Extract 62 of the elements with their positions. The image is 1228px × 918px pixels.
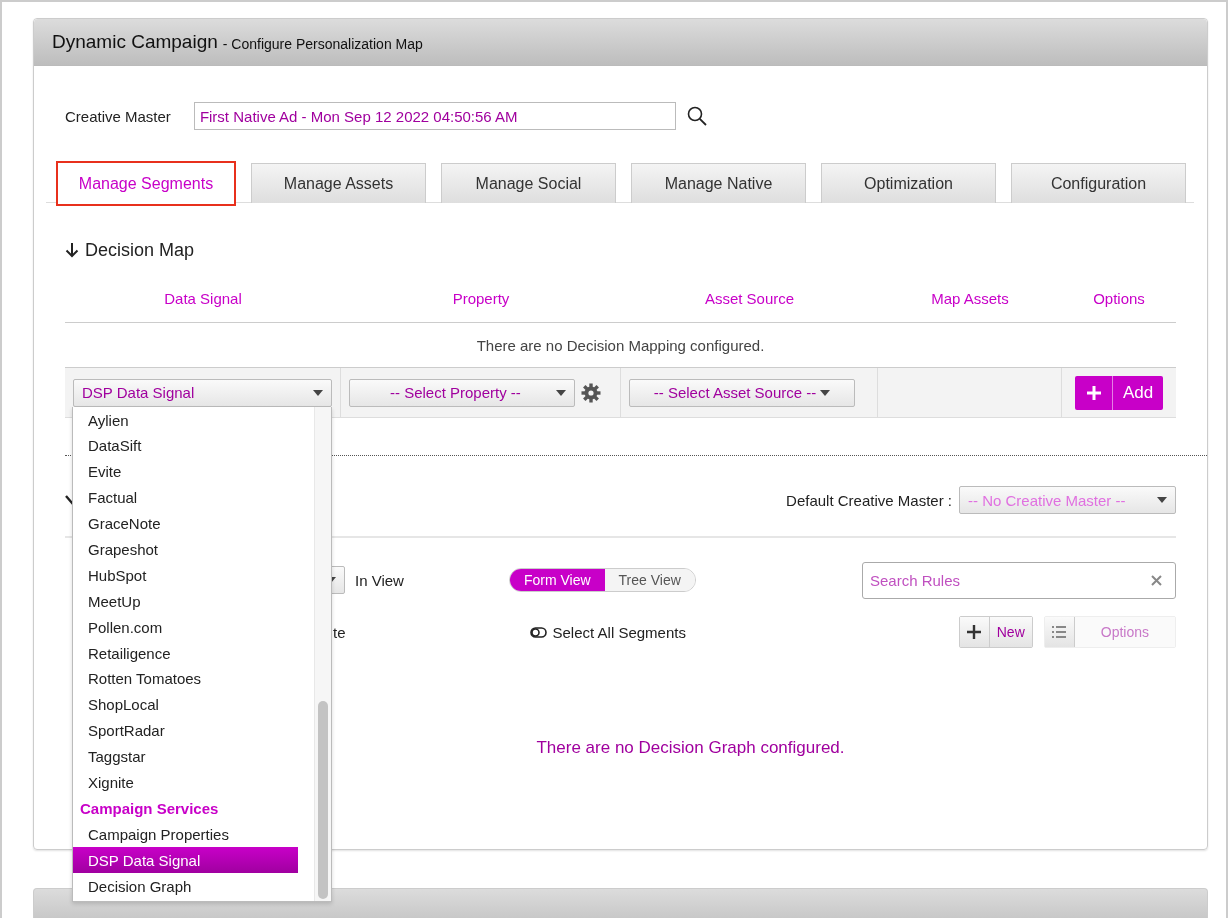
menu-item[interactable]: Rotten Tomatoes — [73, 666, 298, 692]
caret-icon — [556, 389, 566, 396]
panel-subtitle: - Configure Personalization Map — [222, 34, 423, 52]
tab[interactable]: Optimization — [821, 163, 996, 203]
asset-source-select[interactable]: -- Select Asset Source -- — [629, 378, 855, 407]
menu-item[interactable]: Retailigence — [73, 640, 298, 666]
column-header: Options — [1092, 290, 1146, 307]
caret-icon — [313, 389, 323, 396]
close-icon[interactable] — [1151, 574, 1162, 586]
column-header: Data Signal — [163, 290, 243, 307]
menu-item[interactable]: Aylien — [73, 407, 298, 433]
menu-group-label: Campaign Services — [79, 798, 220, 819]
plus-icon[interactable] — [959, 617, 990, 647]
menu-item[interactable]: Taggstar — [73, 743, 298, 770]
menu-item[interactable]: ShopLocal — [73, 691, 298, 718]
menu-item[interactable]: Grapeshot — [73, 536, 298, 563]
tab[interactable]: Configuration — [1011, 163, 1186, 203]
scrollbar[interactable] — [314, 407, 331, 901]
menu-item[interactable]: Factual — [73, 484, 298, 511]
caret-icon — [820, 389, 831, 396]
in-view-label: In View — [355, 571, 404, 589]
menu-item[interactable]: Campaign Properties — [73, 821, 298, 848]
menu-item[interactable]: DSP Data Signal — [73, 847, 298, 874]
search-icon[interactable] — [686, 106, 707, 126]
partial-label: te — [333, 623, 346, 641]
column-header: Asset Source — [703, 290, 796, 307]
tab[interactable]: Manage Assets — [251, 163, 426, 203]
menu-item[interactable]: Pollen.com — [73, 614, 298, 641]
list-icon[interactable] — [1044, 617, 1075, 647]
column-header: Map Assets — [930, 290, 1010, 307]
select-all-label[interactable]: Select All Segments — [552, 623, 686, 641]
caret-icon — [1157, 497, 1167, 503]
add-button[interactable]: Add — [1075, 375, 1163, 410]
settings-icon[interactable] — [581, 382, 601, 403]
default-master-label: Default Creative Master : — [786, 491, 952, 509]
menu-item[interactable]: HubSpot — [73, 562, 298, 589]
new-button[interactable]: New — [989, 617, 1032, 647]
tab[interactable]: Manage Native — [631, 163, 806, 203]
property-select[interactable]: -- Select Property -- — [349, 378, 575, 407]
section-title: Decision Map — [85, 239, 195, 261]
tab[interactable]: Manage Social — [441, 163, 616, 203]
data-signal-select[interactable]: DSP Data Signal — [73, 378, 332, 407]
plus-icon — [1085, 384, 1102, 401]
view-toggle-button[interactable]: Form View — [509, 569, 605, 591]
menu-item[interactable]: Evite — [73, 458, 298, 485]
empty-message: There are no Decision Mapping configured. — [476, 336, 765, 354]
creative-master-label: Creative Master — [65, 107, 171, 125]
toggle-icon[interactable] — [529, 626, 547, 638]
menu-item[interactable]: MeetUp — [73, 588, 298, 615]
panel-title: Dynamic Campaign — [52, 31, 218, 53]
arrow-down-icon[interactable] — [65, 242, 79, 258]
menu-item[interactable]: DataSift — [73, 432, 298, 459]
tab[interactable]: Manage Segments — [56, 161, 236, 206]
menu-item[interactable]: Xignite — [73, 769, 298, 796]
menu-item[interactable]: GraceNote — [73, 510, 298, 537]
creative-master-field[interactable]: First Native Ad - Mon Sep 12 2022 04:50:56 AM — [193, 102, 676, 130]
empty-graph-message: There are no Decision Graph configured. — [536, 738, 845, 758]
view-toggle-button[interactable]: Tree View — [604, 569, 695, 591]
menu-item[interactable]: SportRadar — [73, 717, 298, 744]
search-field[interactable]: Search Rules — [862, 561, 1176, 599]
column-header: Property — [451, 290, 511, 307]
menu-item[interactable]: Decision Graph — [73, 873, 298, 899]
